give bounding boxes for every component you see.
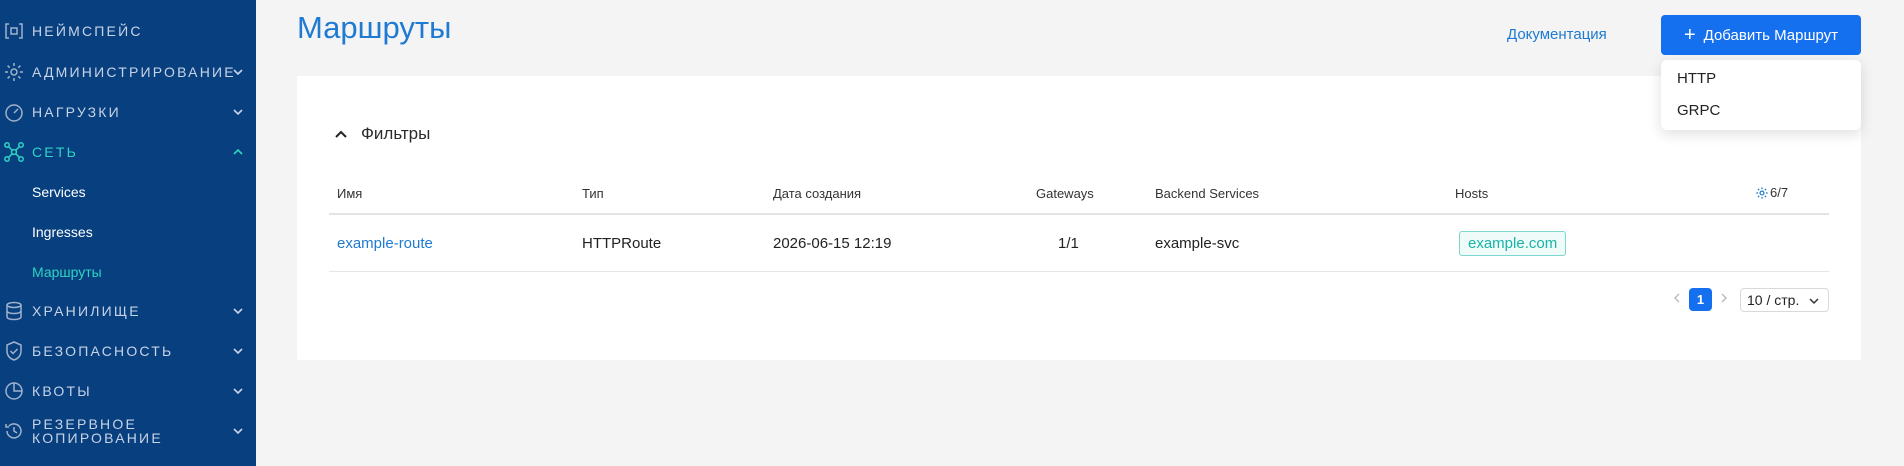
column-header-created[interactable]: Дата создания — [773, 186, 861, 201]
pagination-prev-icon[interactable] — [1671, 292, 1683, 304]
add-route-menu: HTTP GRPC — [1661, 60, 1861, 130]
add-route-button[interactable]: + Добавить Маршрут — [1661, 15, 1861, 55]
menu-item-http[interactable]: HTTP — [1677, 70, 1716, 87]
column-header-name[interactable]: Имя — [337, 186, 362, 201]
sidebar-item-label: НЕЙМСПЕЙС — [32, 23, 143, 39]
route-type: HTTPRoute — [582, 235, 662, 252]
plus-icon: + — [1683, 24, 1696, 46]
chevron-up-icon — [233, 148, 243, 155]
column-header-gateways[interactable]: Gateways — [1036, 186, 1094, 201]
pie-icon — [5, 382, 23, 400]
sidebar-item-network[interactable]: СЕТЬ — [0, 132, 256, 172]
page-size-select[interactable]: 10 / стр. — [1740, 288, 1829, 312]
column-header-hosts[interactable]: Hosts — [1455, 186, 1488, 201]
chevron-down-icon — [233, 428, 243, 435]
sidebar-item-label: НАГРУЗКИ — [32, 104, 121, 120]
sidebar-item-label: СЕТЬ — [32, 144, 78, 160]
filters-label: Фильтры — [361, 124, 431, 143]
column-counter: 6/7 — [1770, 185, 1789, 200]
gear-icon — [5, 63, 23, 81]
page-size-value: 10 / стр. — [1747, 292, 1800, 308]
content-card — [297, 76, 1861, 360]
pagination-next-icon[interactable] — [1718, 292, 1730, 304]
shield-icon — [6, 341, 22, 361]
menu-item-grpc[interactable]: GRPC — [1677, 102, 1720, 119]
sidebar-item-label-line2: КОПИРОВАНИЕ — [32, 430, 163, 446]
sidebar-subitem-routes[interactable]: Маршруты — [32, 260, 102, 284]
namespace-icon — [5, 23, 23, 39]
add-route-button-label: Добавить Маршрут — [1703, 26, 1839, 44]
gear-icon — [1756, 186, 1768, 199]
chevron-down-icon — [233, 308, 243, 315]
route-backend: example-svc — [1155, 235, 1240, 252]
documentation-link[interactable]: Документация — [1507, 26, 1607, 43]
sidebar-item-label: БЕЗОПАСНОСТЬ — [32, 343, 174, 359]
table-row-divider — [329, 271, 1829, 272]
backup-icon — [5, 423, 22, 439]
column-header-backend[interactable]: Backend Services — [1155, 186, 1259, 201]
chevron-up-icon — [335, 130, 347, 138]
gauge-icon — [5, 104, 23, 122]
chevron-down-icon — [233, 69, 243, 76]
route-name-link[interactable]: example-route — [337, 235, 433, 252]
sidebar-subitem-services[interactable]: Services — [32, 180, 86, 204]
sidebar: НЕЙМСПЕЙС АДМИНИСТРИРОВАНИЕ НАГРУЗКИ СЕТ… — [0, 0, 256, 466]
sidebar-item-label: ХРАНИЛИЩЕ — [32, 303, 141, 319]
chevron-down-icon — [233, 348, 243, 355]
sidebar-item-label: РЕЗЕРВНОЕ КОПИРОВАНИЕ — [32, 417, 163, 445]
sidebar-item-quotas[interactable]: КВОТЫ — [0, 371, 256, 411]
pagination-page[interactable]: 1 — [1689, 288, 1712, 311]
network-icon — [4, 142, 24, 162]
host-tag[interactable]: example.com — [1459, 231, 1567, 256]
page-title: Маршруты — [297, 10, 452, 45]
column-settings-button[interactable]: 6/7 — [1755, 185, 1788, 200]
route-gateways: 1/1 — [1058, 235, 1079, 252]
chevron-down-icon — [1809, 298, 1819, 305]
sidebar-item-label: АДМИНИСТРИРОВАНИЕ — [32, 64, 236, 80]
chevron-down-icon — [233, 109, 243, 116]
chevron-down-icon — [233, 388, 243, 395]
database-icon — [6, 301, 22, 321]
sidebar-item-workloads[interactable]: НАГРУЗКИ — [0, 92, 256, 132]
sidebar-item-label: КВОТЫ — [32, 383, 92, 399]
sidebar-subitem-ingresses[interactable]: Ingresses — [32, 220, 93, 244]
table-header-divider — [329, 213, 1829, 215]
sidebar-item-security[interactable]: БЕЗОПАСНОСТЬ — [0, 331, 256, 371]
column-header-type[interactable]: Тип — [582, 186, 604, 201]
sidebar-item-namespace[interactable]: НЕЙМСПЕЙС — [0, 11, 256, 51]
sidebar-item-backup[interactable]: РЕЗЕРВНОЕ КОПИРОВАНИЕ — [0, 411, 256, 451]
filters-toggle[interactable]: Фильтры — [333, 124, 430, 144]
route-created: 2026-06-15 12:19 — [773, 235, 892, 252]
sidebar-item-administration[interactable]: АДМИНИСТРИРОВАНИЕ — [0, 52, 256, 92]
sidebar-item-storage[interactable]: ХРАНИЛИЩЕ — [0, 291, 256, 331]
